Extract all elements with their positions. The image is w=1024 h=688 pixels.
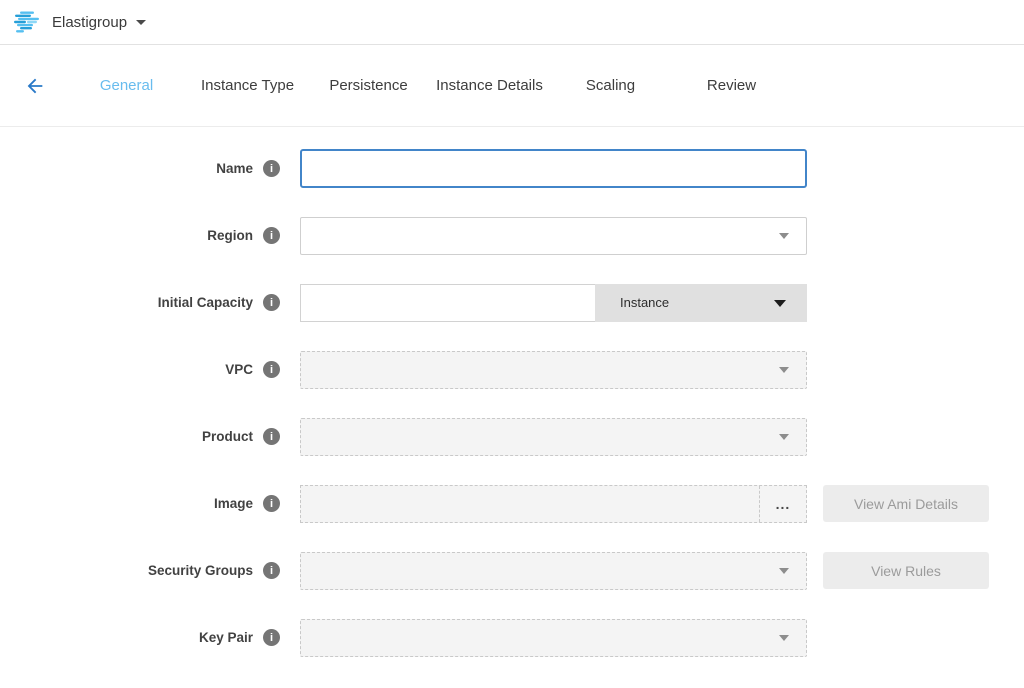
info-icon[interactable]: i — [263, 495, 280, 512]
initial-capacity-input[interactable] — [300, 284, 595, 322]
info-icon[interactable]: i — [263, 428, 280, 445]
info-icon[interactable]: i — [263, 227, 280, 244]
chevron-down-icon — [774, 300, 786, 307]
chevron-down-icon[interactable] — [136, 20, 146, 25]
security-groups-label: Security Groups — [148, 563, 253, 578]
image-input[interactable]: ... — [300, 485, 807, 523]
app-header: Elastigroup — [0, 0, 1024, 45]
app-title[interactable]: Elastigroup — [52, 14, 127, 31]
image-label: Image — [214, 496, 253, 511]
chevron-down-icon — [779, 233, 789, 239]
vpc-label: VPC — [225, 362, 253, 377]
view-rules-button[interactable]: View Rules — [823, 552, 989, 589]
chevron-down-icon — [779, 568, 789, 574]
key-pair-label: Key Pair — [199, 630, 253, 645]
tab-persistence[interactable]: Persistence — [308, 77, 429, 94]
tab-instance-type[interactable]: Instance Type — [187, 77, 308, 94]
elastigroup-logo-icon — [14, 11, 40, 33]
arrow-left-icon — [24, 75, 46, 97]
name-input[interactable] — [300, 149, 807, 188]
security-groups-select[interactable] — [300, 552, 807, 590]
form-row-name: Name i — [0, 149, 1024, 188]
vpc-select[interactable] — [300, 351, 807, 389]
info-icon[interactable]: i — [263, 361, 280, 378]
chevron-down-icon — [779, 434, 789, 440]
form-row-region: Region i — [0, 216, 1024, 255]
info-icon[interactable]: i — [263, 562, 280, 579]
form-row-initial-capacity: Initial Capacity i Instance — [0, 283, 1024, 322]
name-label: Name — [216, 161, 253, 176]
chevron-down-icon — [779, 367, 789, 373]
browse-image-button[interactable]: ... — [759, 486, 806, 522]
info-icon[interactable]: i — [263, 160, 280, 177]
region-label: Region — [207, 228, 253, 243]
view-ami-details-button[interactable]: View Ami Details — [823, 485, 989, 522]
product-label: Product — [202, 429, 253, 444]
capacity-unit-select[interactable]: Instance — [595, 284, 807, 322]
form-row-key-pair: Key Pair i — [0, 618, 1024, 657]
chevron-down-icon — [779, 635, 789, 641]
product-select[interactable] — [300, 418, 807, 456]
form-row-security-groups: Security Groups i View Rules — [0, 551, 1024, 590]
tab-scaling[interactable]: Scaling — [550, 77, 671, 94]
info-icon[interactable]: i — [263, 629, 280, 646]
info-icon[interactable]: i — [263, 294, 280, 311]
capacity-unit-value: Instance — [620, 295, 669, 310]
initial-capacity-label: Initial Capacity — [158, 295, 253, 310]
tab-general[interactable]: General — [66, 77, 187, 94]
region-select[interactable] — [300, 217, 807, 255]
key-pair-select[interactable] — [300, 619, 807, 657]
form-row-image: Image i ... View Ami Details — [0, 484, 1024, 523]
general-form: Name i Region i Initial Capacity i Insta… — [0, 127, 1024, 657]
form-row-vpc: VPC i — [0, 350, 1024, 389]
form-row-product: Product i — [0, 417, 1024, 456]
tab-review[interactable]: Review — [671, 77, 792, 94]
back-button[interactable] — [18, 69, 52, 103]
tab-list: General Instance Type Persistence Instan… — [66, 77, 792, 94]
tab-instance-details[interactable]: Instance Details — [429, 77, 550, 94]
wizard-tabbar: General Instance Type Persistence Instan… — [0, 45, 1024, 127]
